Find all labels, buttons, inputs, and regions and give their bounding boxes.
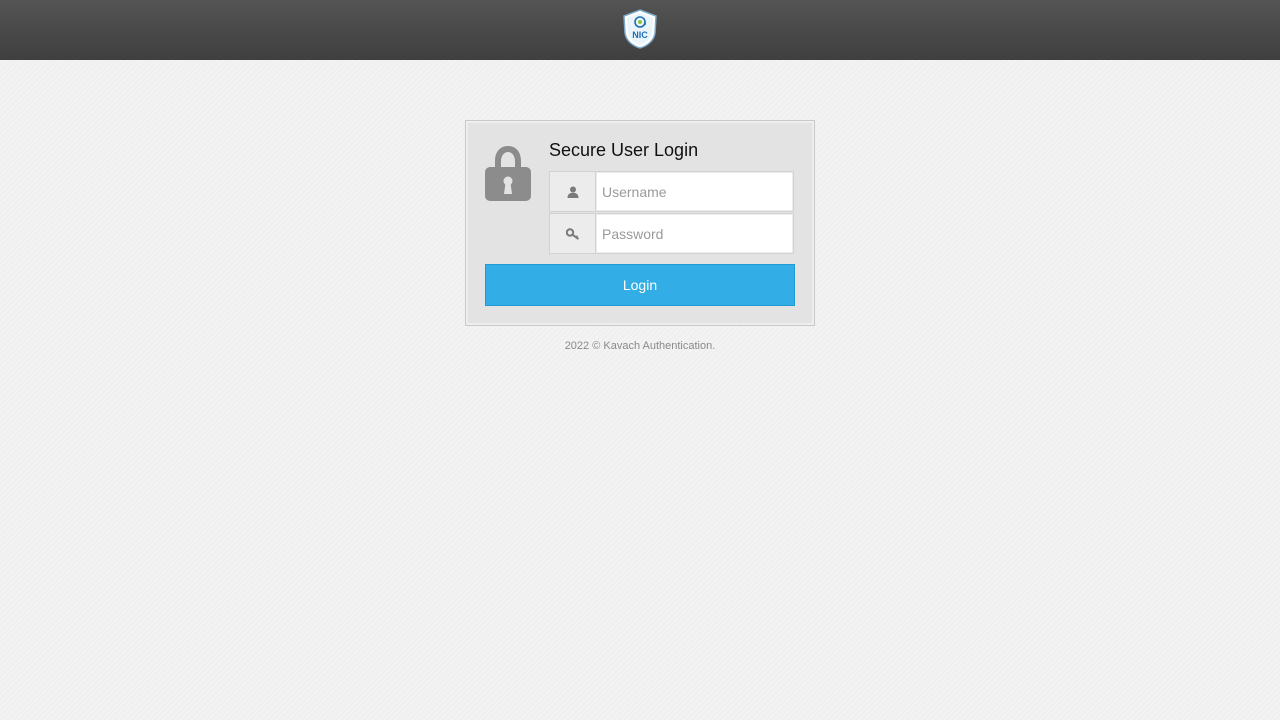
top-header-bar: NIC <box>0 0 1280 60</box>
key-icon <box>565 227 579 240</box>
padlock-icon <box>485 146 531 201</box>
username-input[interactable] <box>597 173 792 210</box>
login-title: Secure User Login <box>549 140 699 160</box>
user-icon <box>567 186 578 198</box>
nic-logo-icon: NIC <box>623 9 657 49</box>
footer-copyright: 2022 © Kavach Authentication. <box>564 340 716 352</box>
password-group <box>549 213 794 254</box>
svg-text:NIC: NIC <box>632 30 648 40</box>
username-addon <box>550 172 596 211</box>
password-input[interactable] <box>597 215 792 252</box>
login-button[interactable]: Login <box>485 264 795 306</box>
login-panel: Secure User Login Login <box>465 120 815 326</box>
password-addon <box>550 214 596 253</box>
username-group <box>549 171 794 212</box>
